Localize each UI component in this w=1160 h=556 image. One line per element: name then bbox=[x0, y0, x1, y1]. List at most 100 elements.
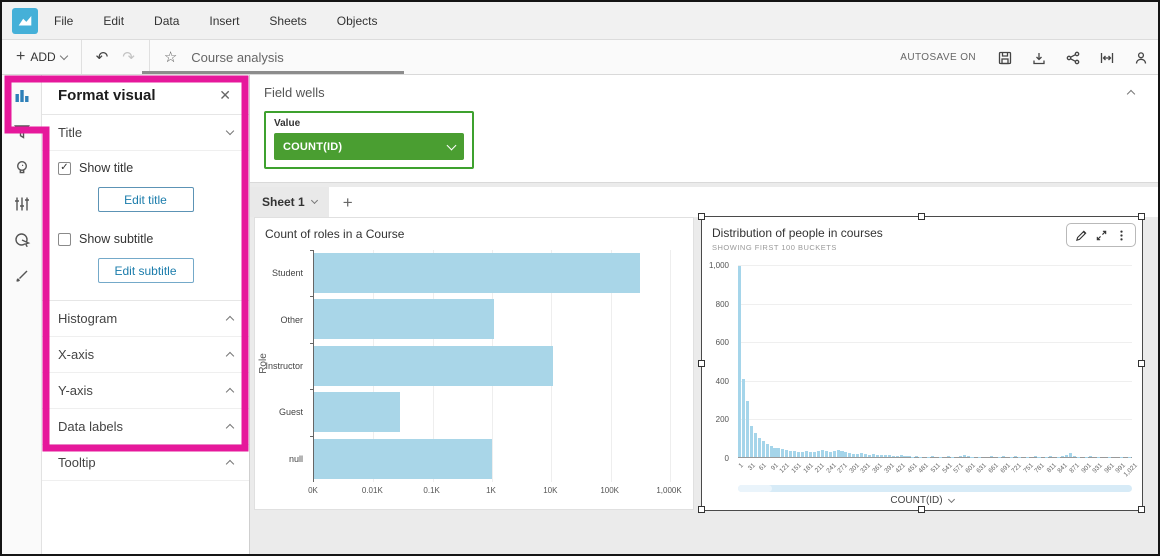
menu-file[interactable]: File bbox=[54, 14, 73, 28]
histogram-bar[interactable] bbox=[1034, 456, 1037, 457]
histogram-bar[interactable] bbox=[801, 452, 804, 457]
histogram-bar[interactable] bbox=[884, 455, 887, 457]
user-icon[interactable] bbox=[1132, 49, 1150, 67]
histogram-bar[interactable] bbox=[963, 455, 966, 457]
histogram-bar[interactable] bbox=[907, 456, 910, 457]
histogram-bar[interactable] bbox=[829, 452, 832, 457]
histogram-bar[interactable] bbox=[766, 444, 769, 457]
sheet-tab-active[interactable]: Sheet 1 bbox=[250, 187, 329, 217]
histogram-bar[interactable] bbox=[892, 456, 895, 457]
selection-handle[interactable] bbox=[698, 213, 705, 220]
histogram-bar[interactable] bbox=[888, 455, 891, 457]
histogram-bar[interactable] bbox=[990, 456, 993, 457]
histogram-bar[interactable] bbox=[844, 452, 847, 457]
histogram-bar[interactable] bbox=[967, 456, 970, 457]
histogram-bar[interactable] bbox=[797, 452, 800, 457]
section-y-axis[interactable]: Y-axis bbox=[42, 373, 249, 409]
value-field-pill[interactable]: COUNT(ID) bbox=[274, 133, 464, 160]
favorite-star-icon[interactable]: ☆ bbox=[150, 48, 181, 66]
histogram-scrollbar[interactable] bbox=[738, 485, 1132, 492]
x-axis-field-label[interactable]: COUNT(ID) bbox=[890, 495, 942, 506]
menu-sheets[interactable]: Sheets bbox=[269, 14, 306, 28]
selection-handle[interactable] bbox=[1138, 213, 1145, 220]
histogram-bar[interactable] bbox=[777, 448, 780, 457]
histogram-bar[interactable] bbox=[754, 433, 757, 457]
histogram-bar[interactable] bbox=[840, 451, 843, 457]
undo-icon[interactable]: ↶ bbox=[96, 48, 109, 66]
histogram-bar[interactable] bbox=[872, 454, 875, 457]
bar[interactable] bbox=[314, 346, 553, 386]
histogram-bar[interactable] bbox=[1069, 453, 1072, 457]
filter-icon[interactable] bbox=[11, 121, 33, 143]
histogram-bar[interactable] bbox=[864, 454, 867, 457]
bar[interactable] bbox=[314, 439, 492, 479]
histogram-bar[interactable] bbox=[758, 438, 761, 457]
histogram-bar[interactable] bbox=[746, 401, 749, 457]
histogram-bar[interactable] bbox=[809, 452, 812, 457]
selection-handle[interactable] bbox=[698, 506, 705, 513]
selection-handle[interactable] bbox=[1138, 360, 1145, 367]
histogram-bar[interactable] bbox=[805, 451, 808, 457]
section-histogram[interactable]: Histogram bbox=[42, 301, 249, 337]
histogram-bar[interactable] bbox=[1049, 456, 1052, 457]
bar[interactable] bbox=[314, 392, 400, 432]
histogram-bar[interactable] bbox=[1089, 456, 1092, 457]
visualize-icon[interactable] bbox=[11, 85, 33, 107]
add-button[interactable]: + ADD bbox=[2, 40, 81, 74]
menu-edit[interactable]: Edit bbox=[103, 14, 124, 28]
histogram-bar[interactable] bbox=[833, 451, 836, 457]
section-x-axis[interactable]: X-axis bbox=[42, 337, 249, 373]
section-data-labels[interactable]: Data labels bbox=[42, 409, 249, 445]
histogram-bar[interactable] bbox=[742, 379, 745, 457]
histogram-bar[interactable] bbox=[773, 448, 776, 457]
histogram-bar[interactable] bbox=[793, 451, 796, 457]
histogram-bar[interactable] bbox=[1014, 456, 1017, 457]
histogram-bar[interactable] bbox=[738, 266, 741, 457]
histogram-bar[interactable] bbox=[825, 451, 828, 457]
histogram-bar[interactable] bbox=[852, 454, 855, 457]
bar[interactable] bbox=[314, 253, 640, 293]
histogram-bar[interactable] bbox=[821, 450, 824, 457]
histogram-bar[interactable] bbox=[1002, 456, 1005, 457]
edit-pencil-icon[interactable] bbox=[1073, 227, 1089, 243]
histogram-bar[interactable] bbox=[903, 456, 906, 457]
histogram-bar[interactable] bbox=[789, 451, 792, 457]
actions-icon[interactable] bbox=[11, 229, 33, 251]
histogram-bar[interactable] bbox=[1061, 456, 1064, 457]
selection-handle[interactable] bbox=[918, 213, 925, 220]
selection-handle[interactable] bbox=[698, 360, 705, 367]
edit-subtitle-button[interactable]: Edit subtitle bbox=[98, 258, 194, 283]
histogram-bar[interactable] bbox=[900, 455, 903, 457]
histogram-bar[interactable] bbox=[762, 441, 765, 457]
menu-insert[interactable]: Insert bbox=[209, 14, 239, 28]
export-icon[interactable] bbox=[1030, 49, 1048, 67]
histogram-bar[interactable] bbox=[915, 456, 918, 457]
histogram-bar[interactable] bbox=[896, 456, 899, 457]
histogram-bar[interactable] bbox=[837, 450, 840, 457]
histogram-bar[interactable] bbox=[781, 449, 784, 457]
close-icon[interactable]: ✕ bbox=[215, 87, 235, 104]
histogram-bar[interactable] bbox=[959, 456, 962, 457]
histogram-bar[interactable] bbox=[1073, 456, 1076, 457]
histogram-bar[interactable] bbox=[1065, 455, 1068, 457]
share-icon[interactable] bbox=[1064, 49, 1082, 67]
bar-chart-visual[interactable]: Count of roles in a Course Role StudentO… bbox=[254, 217, 694, 510]
section-tooltip[interactable]: Tooltip bbox=[42, 445, 249, 481]
collapse-field-wells-icon[interactable] bbox=[1127, 90, 1135, 98]
histogram-bar[interactable] bbox=[770, 446, 773, 457]
save-icon[interactable] bbox=[996, 49, 1014, 67]
histogram-visual[interactable]: Distribution of people in courses SHOWIN… bbox=[702, 217, 1142, 510]
histogram-bar[interactable] bbox=[848, 453, 851, 457]
histogram-bar[interactable] bbox=[868, 455, 871, 457]
show-title-checkbox[interactable]: ✓ bbox=[58, 162, 71, 175]
histogram-bar[interactable] bbox=[750, 426, 753, 457]
bar[interactable] bbox=[314, 299, 494, 339]
histogram-bar[interactable] bbox=[876, 455, 879, 457]
add-sheet-button[interactable]: + bbox=[329, 193, 367, 217]
histogram-bar[interactable] bbox=[785, 450, 788, 457]
selection-handle[interactable] bbox=[918, 506, 925, 513]
themes-icon[interactable] bbox=[11, 265, 33, 287]
histogram-bar[interactable] bbox=[947, 456, 950, 457]
histogram-bar[interactable] bbox=[860, 453, 863, 457]
menu-data[interactable]: Data bbox=[154, 14, 179, 28]
